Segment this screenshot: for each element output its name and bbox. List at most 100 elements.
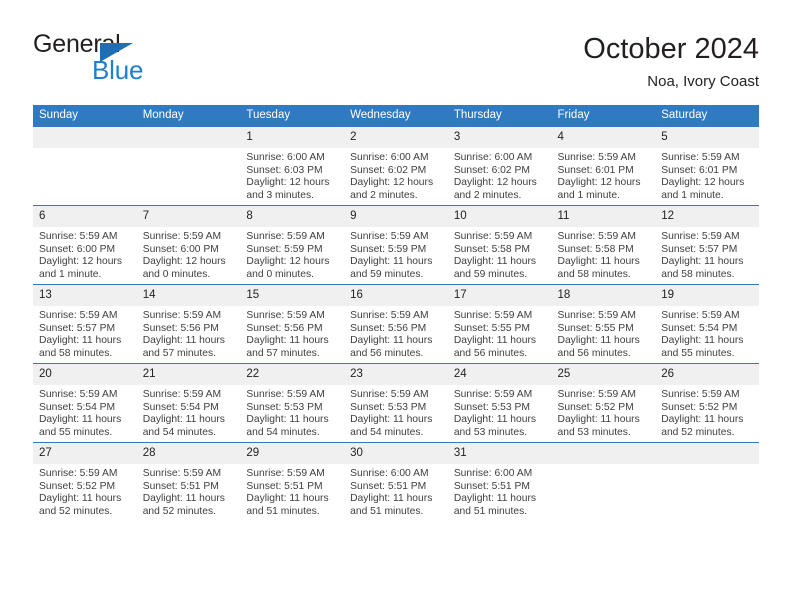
day-detail-sunset: Sunset: 6:01 PM	[557, 164, 634, 176]
calendar-day-cell[interactable]: 28 Sunrise: 5:59 AM Sunset: 5:51 PM Dayligh…	[136, 442, 241, 521]
day-details: Sunrise: 6:00 AM Sunset: 5:51 PM Daylight:…	[448, 464, 552, 518]
calendar-day-cell[interactable]: 30 Sunrise: 6:00 AM Sunset: 5:51 PM Dayligh…	[344, 442, 448, 521]
calendar-day-cell[interactable]: 31 Sunrise: 6:00 AM Sunset: 5:51 PM Dayligh…	[447, 442, 552, 521]
day-detail-sunrise: Sunrise: 5:59 AM	[557, 310, 636, 321]
day-number: 12	[655, 206, 759, 227]
day-detail-sunset: Sunset: 5:51 PM	[350, 480, 427, 492]
calendar-day-cell[interactable]: 12 Sunrise: 5:59 AM Sunset: 5:57 PM Dayligh…	[655, 205, 759, 285]
day-number	[551, 443, 656, 464]
day-details: Sunrise: 5:59 AM Sunset: 5:54 PM Daylight:…	[33, 385, 137, 439]
day-detail-daylight2: and 53 minutes.	[453, 426, 528, 438]
calendar-day-cell[interactable]: 11 Sunrise: 5:59 AM Sunset: 5:58 PM Dayligh…	[551, 205, 656, 285]
day-detail-sunset: Sunset: 5:53 PM	[350, 401, 427, 413]
day-number: 9	[344, 206, 448, 227]
day-detail-daylight2: and 53 minutes.	[557, 426, 631, 438]
calendar-table: Sunday Monday Tuesday Wednesday Thursday Frid…	[33, 105, 759, 521]
calendar-day-cell[interactable]: 24 Sunrise: 5:59 AM Sunset: 5:53 PM Dayligh…	[447, 363, 552, 443]
day-detail-daylight1: Daylight: 12 hours	[453, 177, 537, 189]
calendar-week-row: 20 Sunrise: 5:59 AM Sunset: 5:54 PM Dayligh…	[33, 363, 759, 443]
calendar-day-cell-empty	[655, 442, 759, 521]
day-detail-sunrise: Sunrise: 5:59 AM	[142, 389, 222, 400]
day-number	[33, 127, 137, 148]
day-detail-sunset: Sunset: 5:54 PM	[39, 401, 116, 413]
day-detail-sunset: Sunset: 5:57 PM	[39, 322, 116, 334]
day-details: Sunrise: 5:59 AM Sunset: 5:56 PM Daylight:…	[344, 306, 448, 360]
calendar-day-cell[interactable]: 3 Sunrise: 6:00 AM Sunset: 6:02 PM Daylight…	[447, 126, 552, 206]
calendar-day-cell[interactable]: 27 Sunrise: 5:59 AM Sunset: 5:52 PM Dayligh…	[33, 442, 137, 521]
day-detail-sunrise: Sunrise: 5:59 AM	[350, 231, 429, 242]
calendar-day-cell[interactable]: 15 Sunrise: 5:59 AM Sunset: 5:56 PM Dayligh…	[240, 284, 345, 364]
day-details: Sunrise: 5:59 AM Sunset: 6:00 PM Daylight:…	[33, 227, 137, 281]
day-detail-daylight2: and 52 minutes.	[661, 426, 735, 438]
brand-logo[interactable]: General Blue	[33, 32, 263, 90]
day-detail-sunset: Sunset: 5:53 PM	[246, 401, 323, 413]
day-detail-sunrise: Sunrise: 5:59 AM	[453, 231, 533, 242]
calendar-day-cell[interactable]: 16 Sunrise: 5:59 AM Sunset: 5:56 PM Dayligh…	[344, 284, 448, 364]
day-detail-sunset: Sunset: 5:54 PM	[142, 401, 219, 413]
day-detail-sunset: Sunset: 5:52 PM	[557, 401, 634, 413]
calendar-day-cell[interactable]: 5 Sunrise: 5:59 AM Sunset: 6:01 PM Daylight…	[655, 126, 759, 206]
day-detail-sunrise: Sunrise: 5:59 AM	[350, 389, 429, 400]
calendar-day-cell[interactable]: 19 Sunrise: 5:59 AM Sunset: 5:54 PM Dayligh…	[655, 284, 759, 364]
calendar-day-cell[interactable]: 25 Sunrise: 5:59 AM Sunset: 5:52 PM Dayligh…	[551, 363, 656, 443]
day-detail-daylight1: Daylight: 11 hours	[39, 335, 122, 347]
weekday-header-thursday: Thursday	[447, 105, 552, 127]
calendar-day-cell[interactable]: 29 Sunrise: 5:59 AM Sunset: 5:51 PM Dayligh…	[240, 442, 345, 521]
day-details: Sunrise: 5:59 AM Sunset: 5:56 PM Daylight:…	[240, 306, 344, 360]
calendar-day-cell[interactable]: 21 Sunrise: 5:59 AM Sunset: 5:54 PM Dayligh…	[136, 363, 241, 443]
day-number: 19	[655, 285, 759, 306]
calendar-day-cell[interactable]: 7 Sunrise: 5:59 AM Sunset: 6:00 PM Daylight…	[136, 205, 241, 285]
calendar-day-cell[interactable]: 6 Sunrise: 5:59 AM Sunset: 6:00 PM Daylight…	[33, 205, 137, 285]
calendar-day-cell[interactable]: 17 Sunrise: 5:59 AM Sunset: 5:55 PM Dayligh…	[447, 284, 552, 364]
day-detail-sunrise: Sunrise: 5:59 AM	[142, 468, 222, 479]
day-detail-daylight2: and 52 minutes.	[142, 505, 216, 517]
calendar-day-cell[interactable]: 9 Sunrise: 5:59 AM Sunset: 5:59 PM Daylight…	[344, 205, 448, 285]
calendar-day-cell[interactable]: 8 Sunrise: 5:59 AM Sunset: 5:59 PM Daylight…	[240, 205, 345, 285]
day-number: 11	[551, 206, 656, 227]
day-details: Sunrise: 5:59 AM Sunset: 5:58 PM Daylight:…	[448, 227, 552, 281]
day-detail-sunset: Sunset: 5:54 PM	[661, 322, 738, 334]
day-detail-sunset: Sunset: 5:56 PM	[350, 322, 427, 334]
header-titles: October 2024 Noa, Ivory Coast	[583, 32, 759, 91]
day-details: Sunrise: 5:59 AM Sunset: 5:55 PM Daylight:…	[552, 306, 656, 360]
day-number: 8	[240, 206, 345, 227]
day-detail-daylight1: Daylight: 11 hours	[350, 256, 433, 268]
day-detail-daylight2: and 0 minutes.	[246, 268, 314, 280]
day-detail-daylight1: Daylight: 11 hours	[350, 493, 433, 505]
day-detail-sunrise: Sunrise: 5:59 AM	[39, 389, 118, 400]
day-detail-sunrise: Sunrise: 5:59 AM	[350, 310, 429, 321]
day-number: 26	[655, 364, 759, 385]
day-details: Sunrise: 5:59 AM Sunset: 6:00 PM Daylight:…	[137, 227, 241, 281]
day-detail-sunrise: Sunrise: 5:59 AM	[557, 231, 636, 242]
calendar-day-cell[interactable]: 1 Sunrise: 6:00 AM Sunset: 6:03 PM Daylight…	[240, 126, 345, 206]
day-number: 22	[240, 364, 345, 385]
day-detail-sunrise: Sunrise: 5:59 AM	[453, 310, 533, 321]
day-detail-sunset: Sunset: 5:58 PM	[557, 243, 634, 255]
day-detail-sunrise: Sunrise: 5:59 AM	[661, 152, 740, 163]
day-detail-daylight2: and 56 minutes.	[557, 347, 631, 359]
calendar-day-cell[interactable]: 22 Sunrise: 5:59 AM Sunset: 5:53 PM Dayligh…	[240, 363, 345, 443]
weekday-header-wednesday: Wednesday	[344, 105, 448, 127]
day-number: 20	[33, 364, 137, 385]
day-details: Sunrise: 6:00 AM Sunset: 6:02 PM Daylight:…	[344, 148, 448, 202]
calendar-day-cell[interactable]: 26 Sunrise: 5:59 AM Sunset: 5:52 PM Dayligh…	[655, 363, 759, 443]
calendar-day-cell[interactable]: 4 Sunrise: 5:59 AM Sunset: 6:01 PM Daylight…	[551, 126, 656, 206]
calendar-day-cell[interactable]: 14 Sunrise: 5:59 AM Sunset: 5:56 PM Dayligh…	[136, 284, 241, 364]
day-details: Sunrise: 5:59 AM Sunset: 5:59 PM Daylight:…	[344, 227, 448, 281]
day-detail-daylight2: and 51 minutes.	[246, 505, 320, 517]
day-detail-sunrise: Sunrise: 5:59 AM	[661, 389, 740, 400]
calendar-day-cell[interactable]: 10 Sunrise: 5:59 AM Sunset: 5:58 PM Dayligh…	[447, 205, 552, 285]
calendar-day-cell[interactable]: 13 Sunrise: 5:59 AM Sunset: 5:57 PM Dayligh…	[33, 284, 137, 364]
calendar-day-cell[interactable]: 23 Sunrise: 5:59 AM Sunset: 5:53 PM Dayligh…	[344, 363, 448, 443]
day-detail-daylight2: and 1 minute.	[557, 189, 620, 201]
day-detail-sunset: Sunset: 6:00 PM	[39, 243, 116, 255]
day-detail-sunset: Sunset: 6:00 PM	[142, 243, 219, 255]
day-detail-daylight1: Daylight: 12 hours	[246, 256, 330, 268]
day-detail-daylight1: Daylight: 11 hours	[453, 414, 537, 426]
calendar-day-cell[interactable]: 2 Sunrise: 6:00 AM Sunset: 6:02 PM Daylight…	[344, 126, 448, 206]
day-details: Sunrise: 5:59 AM Sunset: 6:01 PM Daylight:…	[655, 148, 759, 202]
day-detail-daylight1: Daylight: 11 hours	[142, 335, 225, 347]
calendar-day-cell[interactable]: 20 Sunrise: 5:59 AM Sunset: 5:54 PM Dayligh…	[33, 363, 137, 443]
calendar-day-cell[interactable]: 18 Sunrise: 5:59 AM Sunset: 5:55 PM Dayligh…	[551, 284, 656, 364]
day-number: 15	[240, 285, 345, 306]
